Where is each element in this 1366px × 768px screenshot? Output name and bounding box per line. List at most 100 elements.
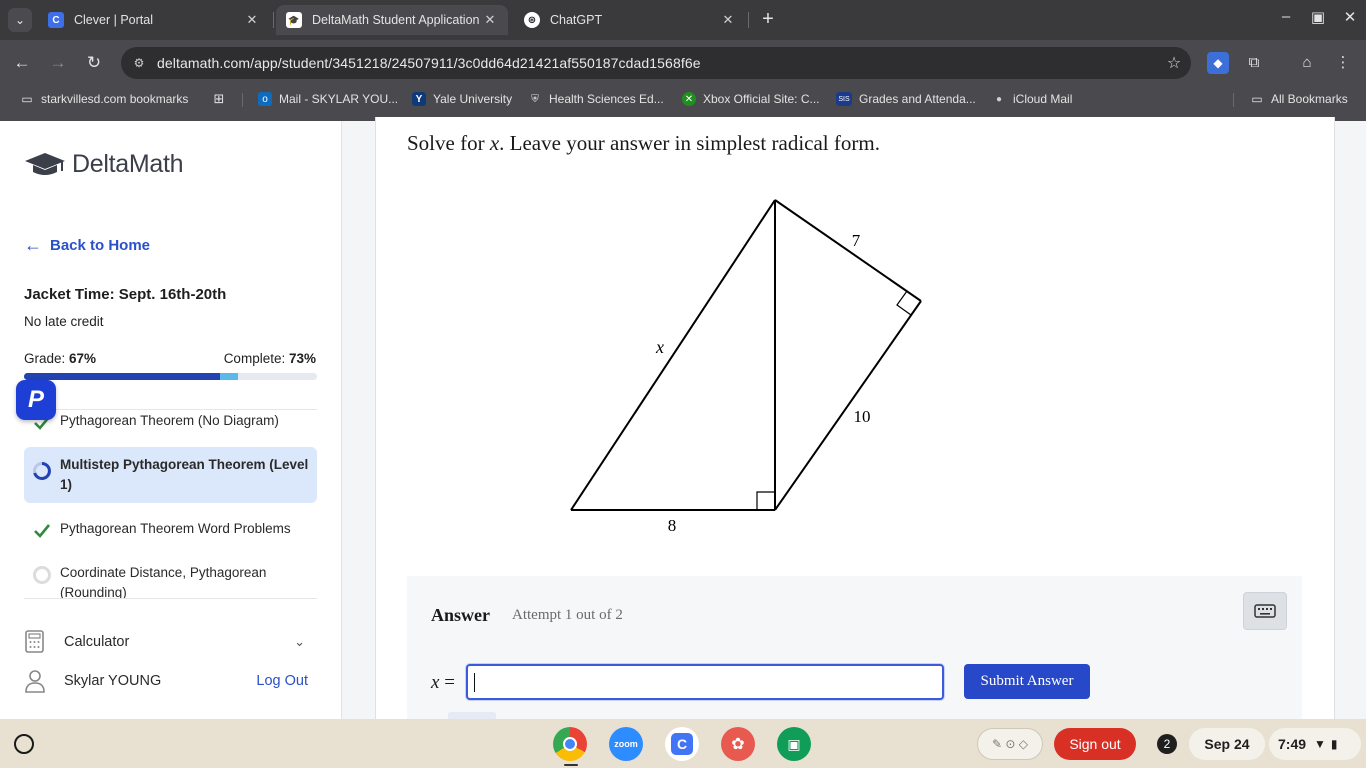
close-icon[interactable]: ✕	[244, 12, 260, 28]
bookmark-starkvillesd[interactable]: ▭ starkvillesd.com bookmarks	[20, 92, 188, 106]
kebab-menu-icon[interactable]: ⋮	[1332, 52, 1354, 74]
launcher-icon[interactable]	[14, 734, 34, 754]
label-top-side: 7	[852, 231, 861, 250]
skill-item[interactable]: Pythagorean Theorem (No Diagram)	[24, 411, 317, 431]
tab-divider	[273, 12, 274, 28]
tab-clever[interactable]: C Clever | Portal ✕	[38, 5, 270, 35]
answer-panel: Answer Attempt 1 out of 2 x = Submit Ans…	[407, 576, 1302, 726]
clock-time: 7:49	[1278, 736, 1307, 752]
all-bookmarks[interactable]: ▭ All Bookmarks	[1250, 92, 1348, 106]
bookmark-health-sciences[interactable]: ⛨ Health Sciences Ed...	[528, 92, 664, 106]
extension-shield-icon[interactable]: ◆	[1207, 52, 1229, 74]
apps-grid-icon[interactable]: ⊞	[212, 91, 233, 106]
back-arrow-icon[interactable]: ←	[11, 52, 33, 74]
status-tray[interactable]: 7:49 ▼ ▮	[1269, 728, 1361, 760]
bookmark-label: Health Sciences Ed...	[549, 92, 664, 106]
user-row: Skylar YOUNG Log Out	[24, 669, 317, 693]
site-info-icon[interactable]: ⚙	[121, 56, 157, 70]
tab-chatgpt[interactable]: ⊛ ChatGPT ✕	[514, 5, 746, 35]
progress-grade-fill	[24, 373, 221, 380]
bookmark-star-icon[interactable]: ☆	[1157, 53, 1191, 73]
calculator-toggle[interactable]: Calculator ⌄	[24, 629, 317, 655]
outlook-icon: o	[258, 92, 272, 106]
bookmark-grades[interactable]: SIS Grades and Attenda...	[836, 92, 976, 106]
grade-summary: Grade: 67%	[24, 351, 96, 366]
top-side	[774, 199, 922, 302]
date-tray[interactable]: Sep 24	[1189, 728, 1265, 760]
folder-icon: ▭	[1251, 92, 1263, 106]
progress-bar	[24, 373, 317, 380]
skill-item[interactable]: Pythagorean Theorem Word Problems	[24, 519, 317, 539]
tab-title: DeltaMath Student Application	[312, 13, 480, 27]
keyboard-icon	[1254, 604, 1276, 618]
address-bar[interactable]: ⚙ deltamath.com/app/student/3451218/2450…	[121, 47, 1191, 79]
minimize-icon[interactable]: –	[1276, 8, 1296, 25]
xbox-icon: ✕	[682, 92, 696, 106]
skill-label: Multistep Pythagorean Theorem (Level 1)	[60, 457, 309, 492]
assignment-title: Jacket Time: Sept. 16th-20th	[24, 286, 227, 303]
answer-var: x	[431, 672, 440, 693]
progress-ring-icon	[33, 462, 51, 480]
sis-icon: SIS	[836, 92, 852, 106]
answer-input[interactable]	[466, 664, 944, 700]
complete-value: 73%	[288, 351, 316, 366]
reload-icon[interactable]: ↻	[83, 52, 105, 74]
wifi-icon: ▼	[1314, 737, 1326, 751]
calculator-icon	[25, 630, 44, 653]
bookmarks-divider	[242, 93, 243, 107]
close-icon[interactable]: ✕	[482, 12, 498, 28]
zoom-app-icon[interactable]: zoom	[609, 727, 643, 761]
clever-app-icon[interactable]: C	[665, 727, 699, 761]
bookmark-label: All Bookmarks	[1271, 92, 1348, 106]
bookmark-xbox[interactable]: ✕ Xbox Official Site: C...	[682, 92, 820, 106]
complete-label: Complete:	[223, 351, 289, 366]
right-side	[774, 300, 922, 511]
tab-title: Clever | Portal	[74, 13, 153, 27]
deltamath-logo[interactable]: DeltaMath	[24, 150, 184, 179]
url-text[interactable]: deltamath.com/app/student/3451218/245079…	[157, 55, 1157, 71]
problem-card: Solve for x. Leave your answer in simple…	[375, 117, 1335, 726]
skill-list[interactable]: Pythagorean Theorem (No Diagram) Multist…	[24, 409, 317, 599]
folder-icon: ▭	[21, 92, 33, 106]
label-bottom: 8	[668, 516, 677, 535]
calculator-label: Calculator	[64, 634, 130, 650]
os-shelf: zoom C ✿ ▣ ✎ ⊙ ◇ Sign out 2 Sep 24 7:49 …	[0, 719, 1366, 768]
tab-deltamath[interactable]: 🎓 DeltaMath Student Application ✕	[276, 5, 508, 35]
notification-count[interactable]: 2	[1157, 734, 1177, 754]
bookmark-label: Mail - SKYLAR YOU...	[279, 92, 399, 106]
graduation-cap-icon	[25, 152, 65, 175]
cast-icon[interactable]: ⌂	[1296, 52, 1318, 74]
late-policy: No late credit	[24, 314, 104, 329]
grid-icon: ⊞	[213, 91, 225, 106]
new-tab-icon[interactable]: +	[758, 9, 778, 29]
bookmark-yale[interactable]: Y Yale University	[412, 92, 512, 106]
bookmark-mail[interactable]: o Mail - SKYLAR YOU...	[258, 92, 398, 106]
extension-p-icon[interactable]: P	[16, 380, 56, 420]
label-right-side: 10	[854, 407, 871, 426]
bookmark-icloud[interactable]: ● iCloud Mail	[992, 92, 1072, 106]
label-hypotenuse: x	[655, 337, 664, 357]
tab-search-button[interactable]: ⌄	[8, 8, 32, 32]
close-icon[interactable]: ✕	[720, 12, 736, 28]
checkmark-icon	[34, 524, 51, 538]
back-to-home-link[interactable]: ← Back to Home	[24, 235, 150, 256]
submit-answer-button[interactable]: Submit Answer	[964, 664, 1090, 699]
apple-icon: ●	[995, 93, 1003, 105]
skill-item[interactable]: Coordinate Distance, Pythagorean (Roundi…	[24, 563, 317, 598]
skill-item-current[interactable]: Multistep Pythagorean Theorem (Level 1)	[24, 447, 317, 503]
stylus-tools-icon[interactable]: ✎ ⊙ ◇	[977, 728, 1043, 760]
skill-label: Pythagorean Theorem Word Problems	[60, 521, 291, 536]
sign-out-button[interactable]: Sign out	[1054, 728, 1136, 760]
paint-app-icon[interactable]: ✿	[721, 727, 755, 761]
forward-arrow-icon[interactable]: →	[47, 52, 69, 74]
active-app-indicator	[564, 764, 578, 766]
triangle-diagram: 7 10 8 x	[570, 199, 922, 535]
classroom-app-icon[interactable]: ▣	[777, 727, 811, 761]
keyboard-toggle-button[interactable]	[1243, 592, 1287, 630]
logout-link[interactable]: Log Out	[256, 673, 308, 689]
maximize-icon[interactable]: ▣	[1308, 8, 1328, 26]
window-close-icon[interactable]: ✕	[1340, 8, 1360, 26]
extensions-puzzle-icon[interactable]: ⧉	[1243, 52, 1265, 74]
chrome-app-icon[interactable]	[553, 727, 587, 761]
browser-toolbar: ← → ↻ ⚙ deltamath.com/app/student/345121…	[0, 40, 1366, 86]
